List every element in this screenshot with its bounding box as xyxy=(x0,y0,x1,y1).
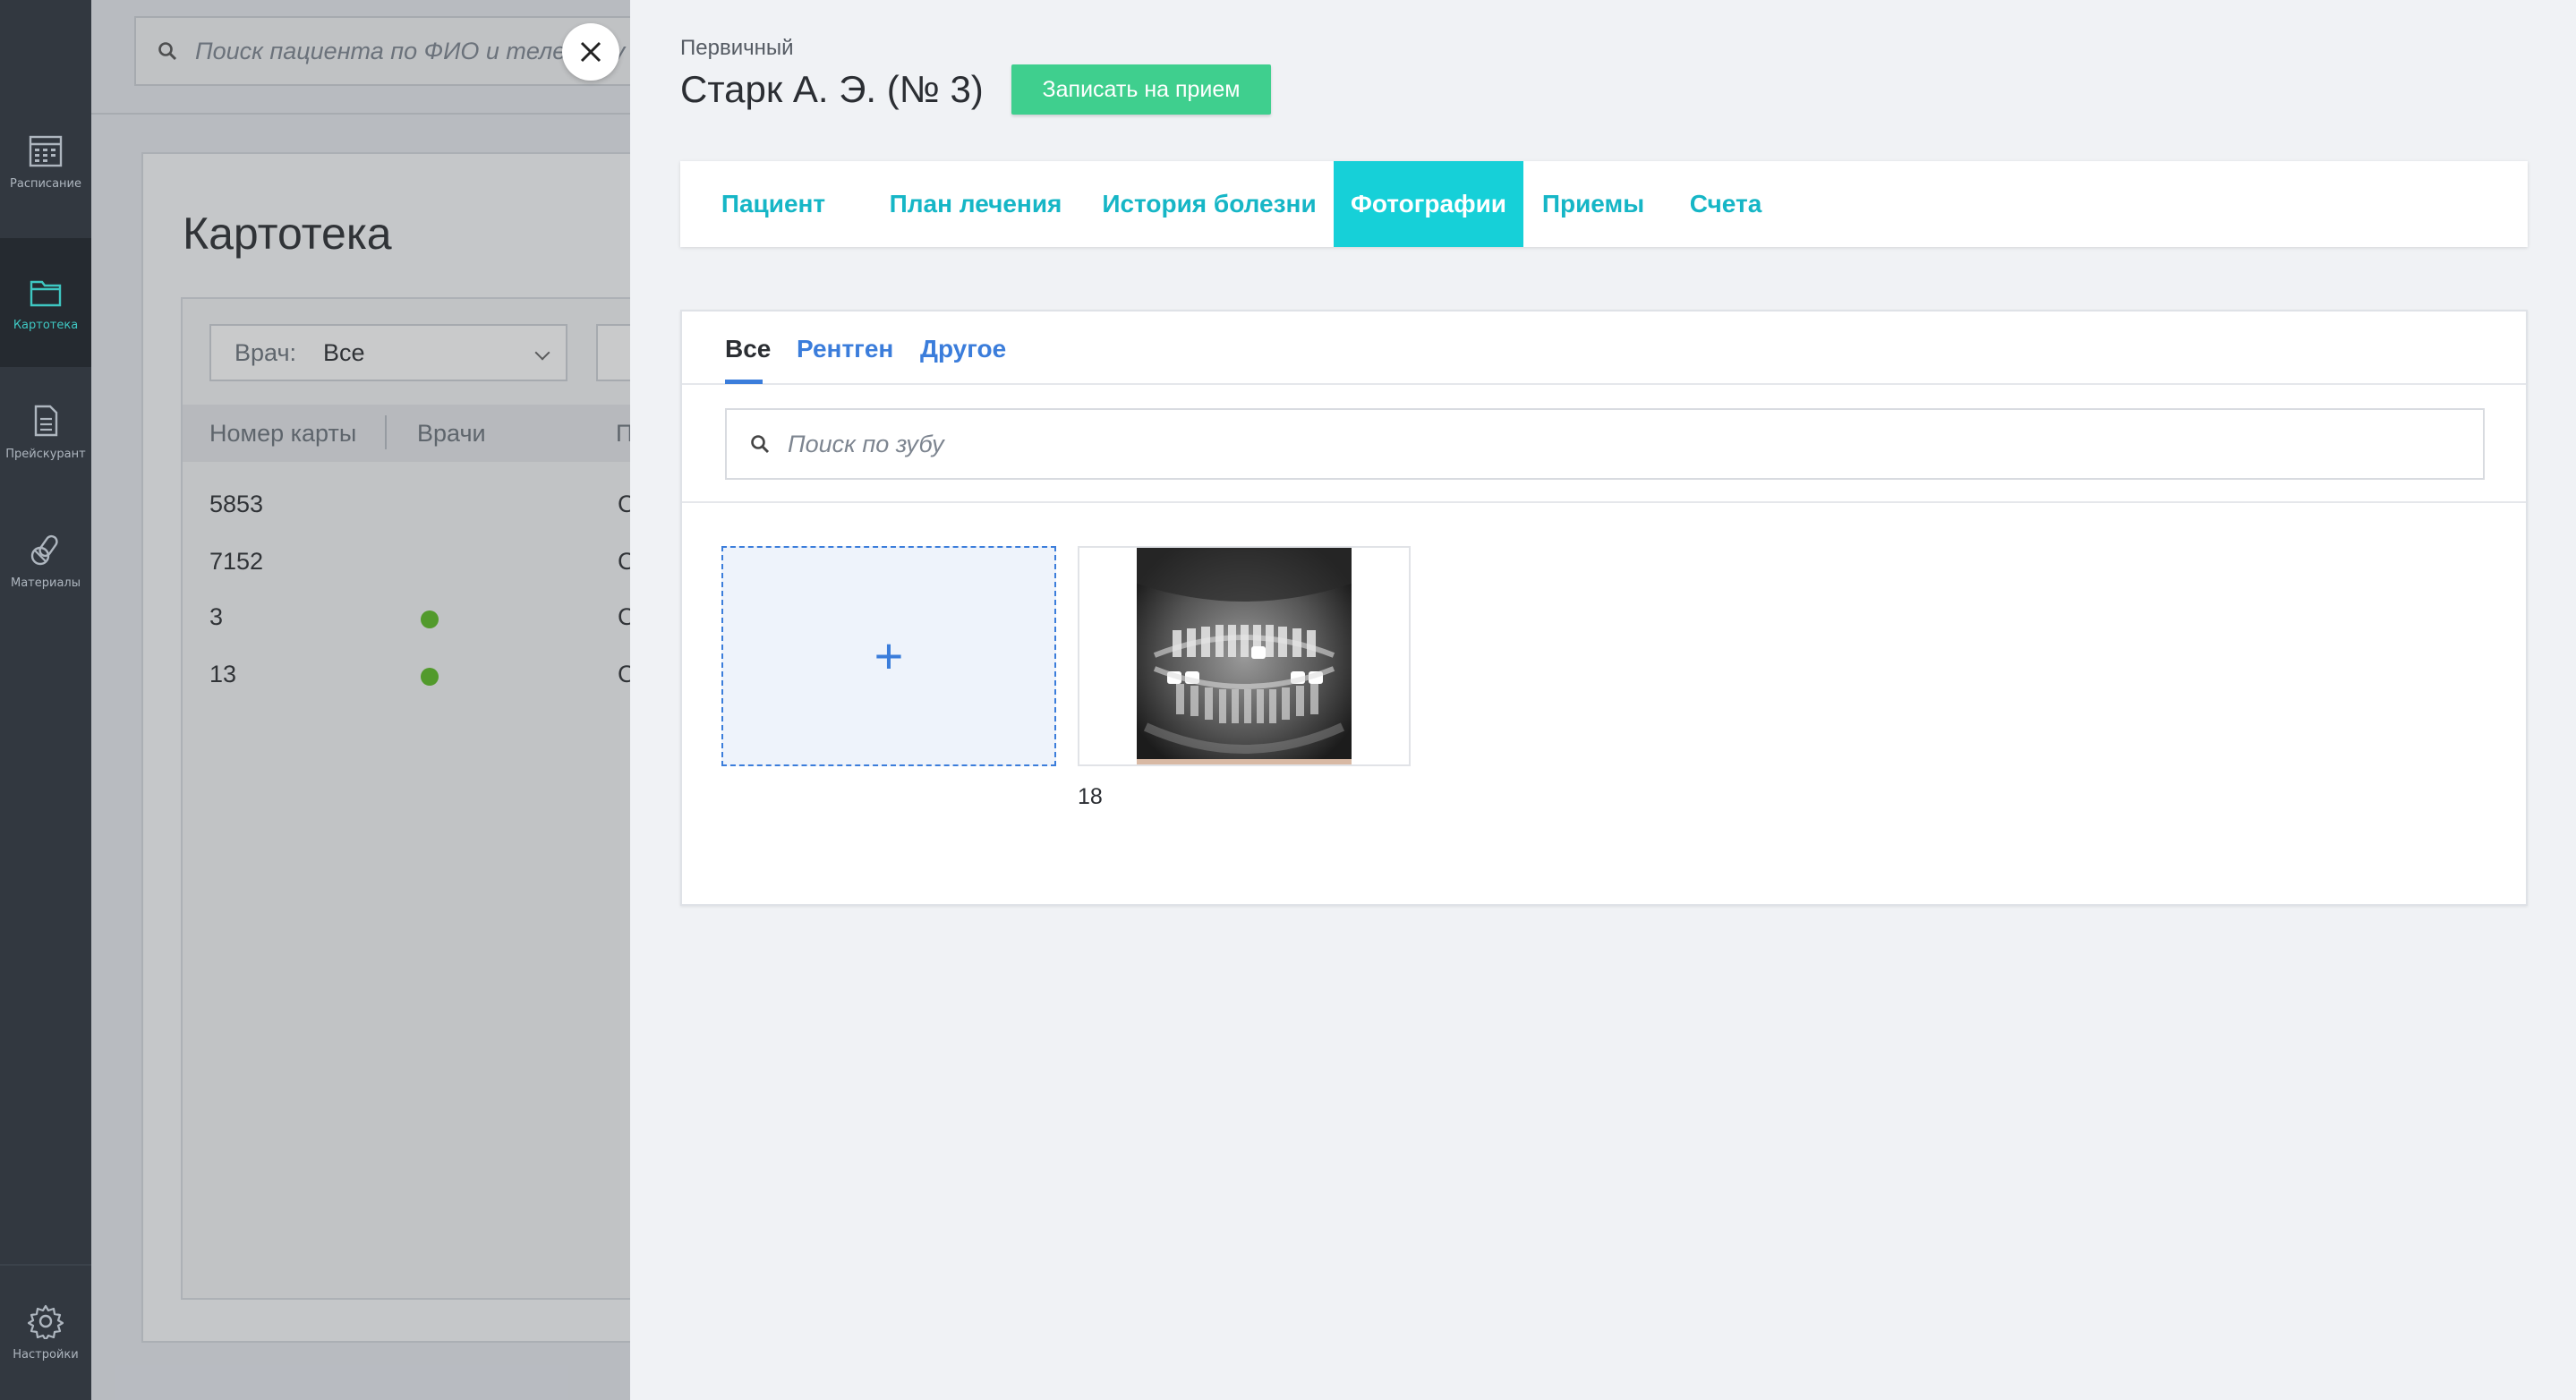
tab-treatment-plan[interactable]: План лечения xyxy=(866,161,1085,247)
photo-filter-tabs: Все Рентген Другое xyxy=(682,312,2526,385)
sidebar-item-materials[interactable]: Материалы xyxy=(0,496,91,625)
tab-appointments[interactable]: Приемы xyxy=(1523,161,1663,247)
sidebar-item-pricelist[interactable]: Прейскурант xyxy=(0,367,91,496)
photo-tooth-label: 18 xyxy=(1078,784,1103,809)
app-sidebar: Расписание Картотека Прейскурант Материа… xyxy=(0,0,91,1400)
calendar-icon xyxy=(29,135,63,166)
patient-tabs: Пациент План лечения История болезни Фот… xyxy=(680,161,2528,247)
pills-icon xyxy=(30,534,58,565)
tab-invoices[interactable]: Счета xyxy=(1663,161,1788,247)
tooth-search-input[interactable] xyxy=(788,430,2399,458)
tooth-search-area xyxy=(682,385,2526,503)
sidebar-item-label: Прейскурант xyxy=(5,447,86,461)
xray-image xyxy=(1137,548,1352,764)
sidebar-item-label: Материалы xyxy=(11,576,81,590)
add-photo-button[interactable]: + xyxy=(721,546,1056,766)
sidebar-item-settings[interactable]: Настройки xyxy=(0,1268,91,1396)
photo-thumbnail[interactable] xyxy=(1078,546,1411,766)
modal-backdrop[interactable] xyxy=(91,0,630,1400)
tab-photos[interactable]: Фотографии xyxy=(1334,161,1523,247)
close-icon xyxy=(580,41,601,63)
patient-drawer: Первичный Старк А. Э. (№ 3) Записать на … xyxy=(630,0,2576,1400)
subtab-all[interactable]: Все xyxy=(725,335,771,363)
subtab-xray[interactable]: Рентген xyxy=(797,335,893,363)
gear-icon xyxy=(28,1304,64,1339)
sidebar-item-label: Расписание xyxy=(10,176,81,191)
patient-name-title: Старк А. Э. (№ 3) xyxy=(680,68,984,110)
plus-icon: + xyxy=(874,627,904,684)
active-subtab-indicator xyxy=(725,380,763,384)
close-drawer-button[interactable] xyxy=(562,23,619,81)
subtab-other[interactable]: Другое xyxy=(920,335,1006,363)
sidebar-settings-area: Настройки xyxy=(0,1264,91,1400)
tab-patient[interactable]: Пациент xyxy=(680,161,866,247)
document-icon xyxy=(34,405,58,436)
sidebar-item-label: Настройки xyxy=(13,1347,79,1362)
tab-medical-history[interactable]: История болезни xyxy=(1085,161,1334,247)
tooth-search-field[interactable] xyxy=(725,408,2485,480)
search-icon xyxy=(751,435,770,454)
sidebar-item-label: Картотека xyxy=(13,318,79,332)
patient-status-label: Первичный xyxy=(680,36,794,60)
book-appointment-button[interactable]: Записать на прием xyxy=(1011,64,1271,115)
photos-panel: Все Рентген Другое + xyxy=(680,310,2528,906)
folder-icon xyxy=(30,280,62,306)
sidebar-item-schedule[interactable]: Расписание xyxy=(0,97,91,226)
sidebar-item-records[interactable]: Картотека xyxy=(0,238,91,367)
